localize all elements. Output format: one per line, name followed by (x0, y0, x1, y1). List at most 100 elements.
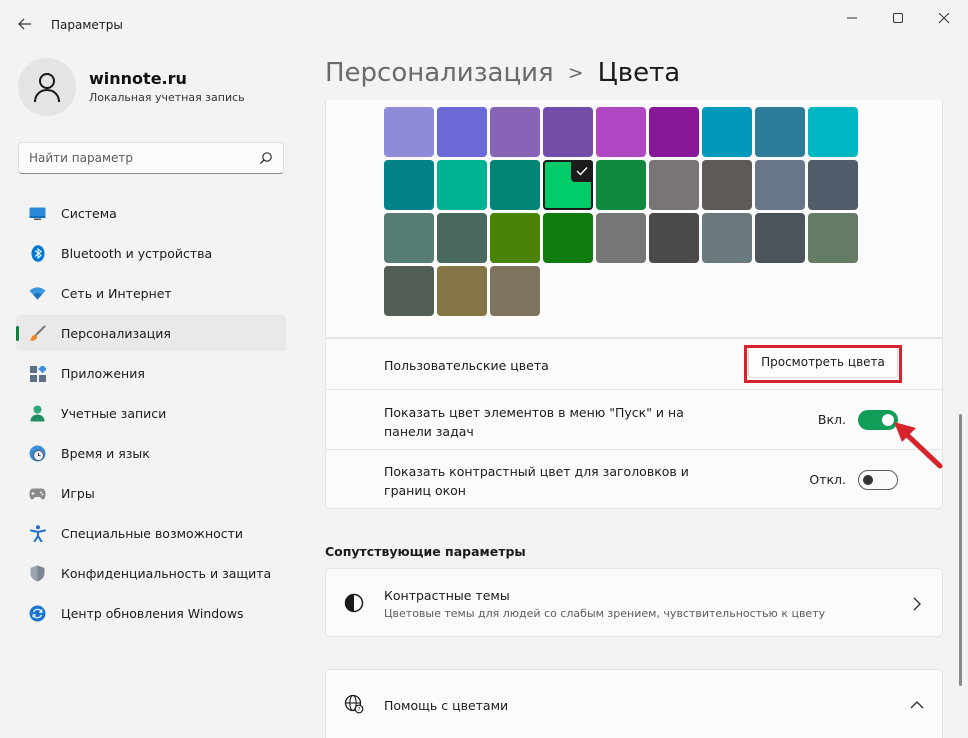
account-type: Локальная учетная запись (89, 91, 245, 104)
view-colors-button[interactable]: Просмотреть цвета (748, 346, 898, 378)
apps-icon (29, 365, 46, 382)
label-line: Показать цвет элементов в меню "Пуск" и … (384, 405, 684, 420)
sidebar-item-label: Конфиденциальность и защита (61, 565, 272, 581)
search-box[interactable] (18, 142, 284, 174)
sidebar-item-time-language[interactable]: Время и язык (16, 435, 286, 471)
contrast-themes-card[interactable]: Контрастные темы Цветовые темы для людей… (325, 568, 943, 637)
color-swatch[interactable] (596, 160, 646, 210)
label-line: границ окон (384, 483, 466, 498)
toggle-knob (863, 475, 873, 485)
color-help-title: Помощь с цветами (384, 698, 509, 713)
color-swatch[interactable] (384, 266, 434, 316)
title-bar: Параметры (0, 0, 968, 48)
sidebar-item-label: Время и язык (61, 445, 150, 461)
color-swatch[interactable] (437, 160, 487, 210)
accessibility-icon (29, 525, 46, 542)
search-icon[interactable] (259, 151, 273, 165)
accounts-icon (29, 405, 46, 422)
update-icon (29, 605, 46, 622)
page-title: Цвета (597, 58, 681, 88)
title-bar-accent-toggle[interactable] (858, 470, 898, 490)
close-icon (939, 13, 949, 23)
app-title: Параметры (51, 18, 123, 32)
sidebar-item-label: Bluetooth и устройства (61, 245, 213, 261)
breadcrumb: Персонализация > Цвета (325, 58, 680, 88)
color-swatch[interactable] (490, 266, 540, 316)
sidebar-item-gaming[interactable]: Игры (16, 475, 286, 511)
maximize-button[interactable] (880, 6, 916, 30)
toggle-state-label: Откл. (809, 472, 846, 487)
sidebar-item-accessibility[interactable]: Специальные возможности (16, 515, 286, 551)
color-swatch[interactable] (543, 213, 593, 263)
custom-colors-label: Пользовательские цвета (384, 358, 549, 373)
label-line: панели задач (384, 424, 474, 439)
color-swatch[interactable] (755, 107, 805, 157)
color-swatch[interactable] (490, 160, 540, 210)
toggle-state-label: Вкл. (817, 412, 846, 427)
back-button[interactable] (14, 13, 36, 35)
sidebar-item-label: Специальные возможности (61, 525, 244, 541)
color-swatch[interactable] (808, 107, 858, 157)
color-swatch[interactable] (384, 160, 434, 210)
color-swatch[interactable] (437, 266, 487, 316)
system-icon (29, 205, 46, 222)
chevron-right-icon (913, 597, 921, 611)
scrollbar[interactable] (959, 414, 962, 686)
color-swatch[interactable] (702, 160, 752, 210)
color-swatch[interactable] (649, 213, 699, 263)
sidebar-item-apps[interactable]: Приложения (16, 355, 286, 391)
color-swatch[interactable] (596, 107, 646, 157)
brush-icon (29, 325, 46, 342)
color-swatch[interactable] (755, 160, 805, 210)
close-button[interactable] (926, 6, 962, 30)
search-input[interactable] (29, 143, 249, 173)
sidebar-item-system[interactable]: Система (16, 195, 286, 231)
label-line: Показать контрастный цвет для заголовков… (384, 464, 689, 479)
profile-name: winnote.ru (89, 69, 187, 88)
sidebar-item-label: Приложения (61, 365, 145, 381)
clock-globe-icon (29, 445, 46, 462)
color-swatch[interactable] (596, 213, 646, 263)
color-swatch[interactable] (543, 107, 593, 157)
sidebar-item-network[interactable]: Сеть и Интернет (16, 275, 286, 311)
svg-text:?: ? (358, 707, 361, 713)
maximize-icon (893, 13, 903, 23)
sidebar-item-privacy[interactable]: Конфиденциальность и защита (16, 555, 286, 591)
contrast-themes-title: Контрастные темы (384, 588, 510, 603)
color-swatch[interactable] (384, 213, 434, 263)
user-profile[interactable]: winnote.ru Локальная учетная запись (18, 58, 245, 116)
title-bar-accent-label: Показать контрастный цвет для заголовков… (384, 462, 689, 500)
sidebar-item-personalization[interactable]: Персонализация (16, 315, 286, 351)
color-swatch[interactable] (490, 213, 540, 263)
color-swatch[interactable] (384, 107, 434, 157)
contrast-icon (344, 593, 364, 613)
sidebar-item-accounts[interactable]: Учетные записи (16, 395, 286, 431)
color-swatch[interactable] (755, 213, 805, 263)
color-swatch[interactable] (702, 213, 752, 263)
annotation-arrow-icon (894, 422, 943, 469)
back-arrow-icon (18, 18, 31, 30)
sidebar-item-label: Игры (61, 485, 95, 501)
sidebar-item-windows-update[interactable]: Центр обновления Windows (16, 595, 286, 631)
minimize-button[interactable] (834, 6, 870, 30)
color-swatch[interactable] (808, 160, 858, 210)
color-swatch[interactable] (490, 107, 540, 157)
chevron-up-icon[interactable] (910, 698, 924, 712)
custom-colors-row: Пользовательские цвета Просмотреть цвета (325, 338, 943, 390)
start-taskbar-accent-label: Показать цвет элементов в меню "Пуск" и … (384, 403, 684, 441)
color-swatch[interactable] (702, 107, 752, 157)
sidebar-item-label: Персонализация (61, 325, 171, 341)
color-swatch[interactable] (437, 213, 487, 263)
sidebar-item-bluetooth[interactable]: Bluetooth и устройства (16, 235, 286, 271)
color-swatch[interactable] (543, 160, 593, 210)
color-help-card[interactable]: ? Помощь с цветами (325, 669, 943, 738)
sidebar-item-label: Учетные записи (61, 405, 167, 421)
breadcrumb-parent[interactable]: Персонализация (325, 58, 554, 88)
color-swatch[interactable] (808, 213, 858, 263)
color-swatch[interactable] (649, 107, 699, 157)
title-bar-accent-row: Показать контрастный цвет для заголовков… (325, 449, 943, 509)
color-swatch[interactable] (437, 107, 487, 157)
color-swatch[interactable] (649, 160, 699, 210)
avatar (18, 58, 76, 116)
user-icon (34, 73, 60, 103)
